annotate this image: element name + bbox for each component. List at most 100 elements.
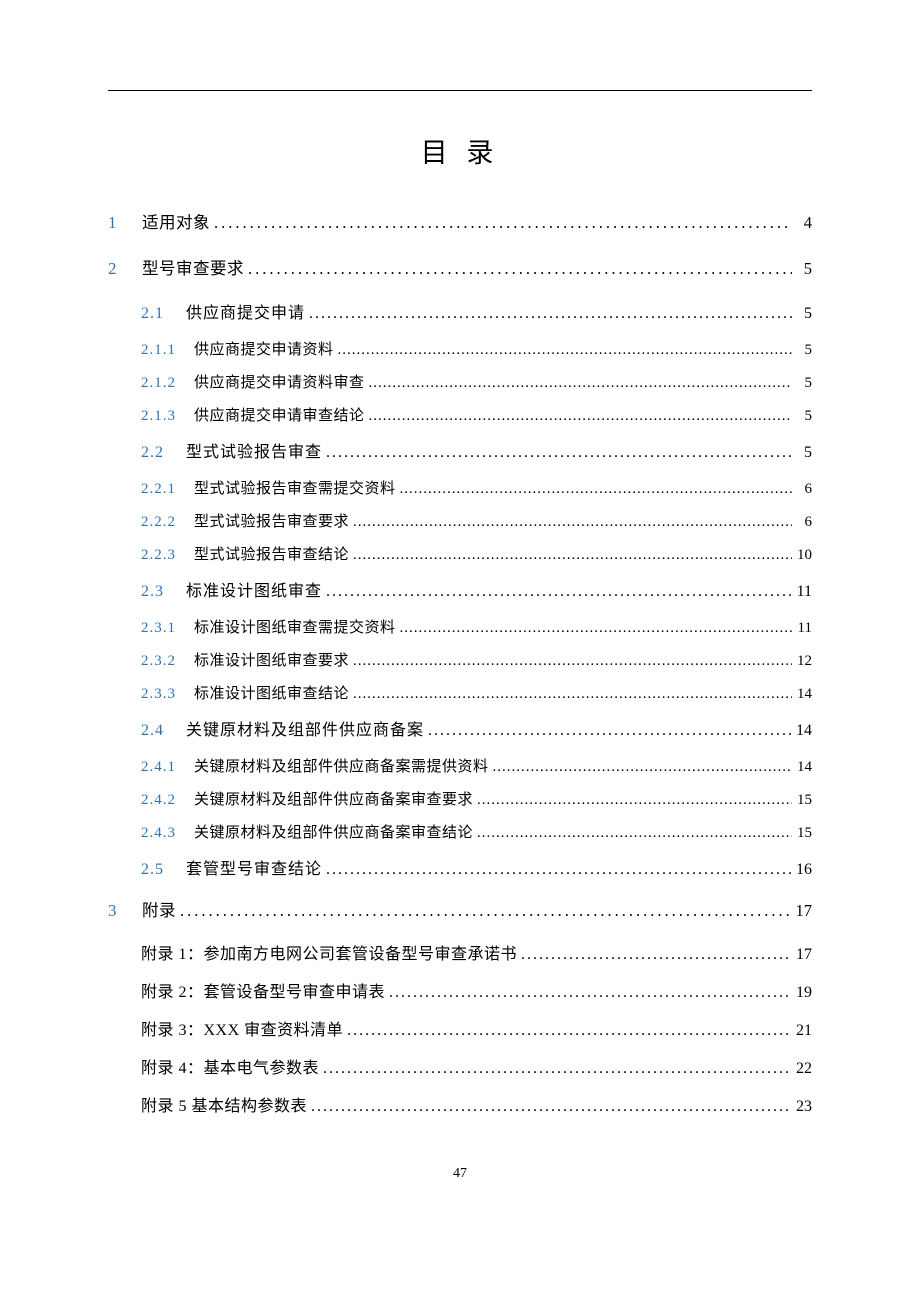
toc-leader-dots [349,687,792,702]
toc-entry: 2.3.1标准设计图纸审查需提交资料11 [141,614,812,647]
toc-entry-title: 适用对象 [142,215,210,232]
toc-entry: 2.3.2标准设计图纸审查要求12 [141,647,812,680]
toc-entry-page: 5 [792,376,812,391]
toc-entry-page: 5 [792,306,812,322]
toc-entry-number: 2.4.2 [141,793,176,808]
toc-leader-dots [396,482,792,497]
toc-entry: 2.5 套管型号审查结论 16 [141,852,812,892]
toc-entry: 2.3 标准设计图纸审查 11 [141,574,812,614]
toc-leader-dots [424,723,792,739]
toc-leader-dots [322,862,792,878]
toc-entry-title: 套管型号审查结论 [186,862,322,878]
toc-entry-page: 4 [792,215,812,232]
toc-entry-title: 标准设计图纸审查结论 [194,687,349,702]
toc-entry-page: 23 [792,1099,812,1115]
toc-entry-page: 21 [792,1023,812,1039]
toc-entry-title: 附录 3：XXX 审查资料清单 [141,1023,343,1039]
toc-entry: 2.4.2关键原材料及组部件供应商备案审查要求15 [141,786,812,819]
table-of-contents: 1适用对象42型号审查要求52.1供应商提交申请52.1.1供应商提交申请资料5… [108,204,812,1128]
toc-entry-page: 11 [792,584,812,600]
toc-entry: 2.2.3型式试验报告审查结论10 [141,541,812,574]
toc-entry: 2.2型式试验报告审查5 [141,435,812,475]
toc-entry-number: 2.2.3 [141,548,176,563]
toc-entry: 附录 5 基本结构参数表 23 [141,1090,812,1128]
toc-entry-title: 型式试验报告审查需提交资料 [194,482,396,497]
toc-entry-page: 5 [792,445,812,461]
toc-entry: 2.3.3 标准设计图纸审查结论 14 [141,680,812,713]
toc-entry-title: 附录 1：参加南方电网公司套管设备型号审查承诺书 [141,947,517,963]
toc-entry-number: 2.3.3 [141,687,176,702]
toc-entry-number: 2.3 [141,584,164,600]
toc-entry-number: 2.1.2 [141,376,176,391]
toc-entry: 2.1.3供应商提交申请审查结论5 [141,402,812,435]
toc-entry: 2.4.1 关键原材料及组部件供应商备案需提供资料 14 [141,753,812,786]
toc-entry-number: 2.1.3 [141,409,176,424]
toc-leader-dots [334,343,792,358]
toc-entry-page: 5 [792,343,812,358]
toc-entry-page: 14 [792,760,812,775]
toc-entry: 2.2.1型式试验报告审查需提交资料6 [141,475,812,508]
toc-entry: 3附录17 [108,892,812,938]
toc-entry: 附录 1：参加南方电网公司套管设备型号审查承诺书 17 [141,938,812,976]
toc-entry: 2.2.2型式试验报告审查要求6 [141,508,812,541]
toc-entry-title: 型式试验报告审查 [186,445,322,461]
toc-entry: 附录 3：XXX 审查资料清单 21 [141,1014,812,1052]
toc-entry-number: 3 [108,902,120,919]
toc-leader-dots [517,947,792,963]
toc-entry: 附录 4：基本电气参数表22 [141,1052,812,1090]
toc-leader-dots [343,1023,792,1039]
toc-entry: 附录 2：套管设备型号审查申请表 19 [141,976,812,1014]
toc-entry-page: 14 [792,687,812,702]
toc-entry-number: 2.5 [141,862,164,878]
toc-entry-number: 2.4.1 [141,760,176,775]
toc-entry-title: 关键原材料及组部件供应商备案审查要求 [194,793,473,808]
toc-entry-number: 2.1.1 [141,343,176,358]
toc-entry-title: 关键原材料及组部件供应商备案 [186,723,424,739]
toc-entry: 2.1.2供应商提交申请资料审查5 [141,369,812,402]
toc-leader-dots [322,584,792,600]
toc-entry-page: 5 [792,409,812,424]
header-rule [108,90,812,91]
toc-entry-page: 5 [792,261,812,278]
toc-leader-dots [473,826,792,841]
toc-entry-title: 供应商提交申请 [186,306,305,322]
toc-entry: 2.4.3关键原材料及组部件供应商备案审查结论15 [141,819,812,852]
toc-entry-title: 型号审查要求 [142,261,244,278]
toc-entry-page: 17 [792,947,812,963]
toc-entry-page: 10 [792,548,812,563]
toc-entry-page: 19 [792,985,812,1001]
toc-leader-dots [319,1061,792,1077]
toc-entry: 2.1 供应商提交申请 5 [141,296,812,336]
toc-leader-dots [349,515,792,530]
toc-entry-page: 16 [792,862,812,878]
toc-entry-title: 附录 2：套管设备型号审查申请表 [141,985,385,1001]
toc-entry-number: 1 [108,214,120,231]
toc-entry-number: 2.2.1 [141,482,176,497]
toc-entry-title: 附录 [142,903,176,920]
toc-entry: 1 适用对象 4 [108,204,812,250]
toc-title: 目 录 [108,131,812,170]
toc-leader-dots [210,215,792,232]
toc-leader-dots [396,621,792,636]
page-number: 47 [0,1166,920,1182]
document-page: 目 录 1适用对象42型号审查要求52.1供应商提交申请52.1.1供应商提交申… [0,0,920,1302]
toc-entry-title: 标准设计图纸审查需提交资料 [194,621,396,636]
toc-entry-number: 2.1 [141,306,164,322]
toc-leader-dots [176,903,792,920]
toc-entry-title: 附录 4：基本电气参数表 [141,1061,319,1077]
toc-leader-dots [349,548,792,563]
toc-entry-title: 标准设计图纸审查 [186,584,322,600]
toc-entry-title: 关键原材料及组部件供应商备案需提供资料 [194,760,489,775]
toc-leader-dots [489,760,792,775]
toc-entry: 2.4关键原材料及组部件供应商备案14 [141,713,812,753]
toc-entry-page: 15 [792,826,812,841]
toc-entry-title: 附录 5 基本结构参数表 [141,1099,307,1115]
toc-leader-dots [385,985,792,1001]
toc-entry-number: 2.4 [141,723,164,739]
toc-leader-dots [365,409,792,424]
toc-entry: 2.1.1供应商提交申请资料5 [141,336,812,369]
toc-entry-number: 2 [108,260,120,277]
toc-entry: 2 型号审查要求 5 [108,250,812,296]
toc-entry-number: 2.2.2 [141,515,176,530]
toc-entry-page: 12 [792,654,812,669]
